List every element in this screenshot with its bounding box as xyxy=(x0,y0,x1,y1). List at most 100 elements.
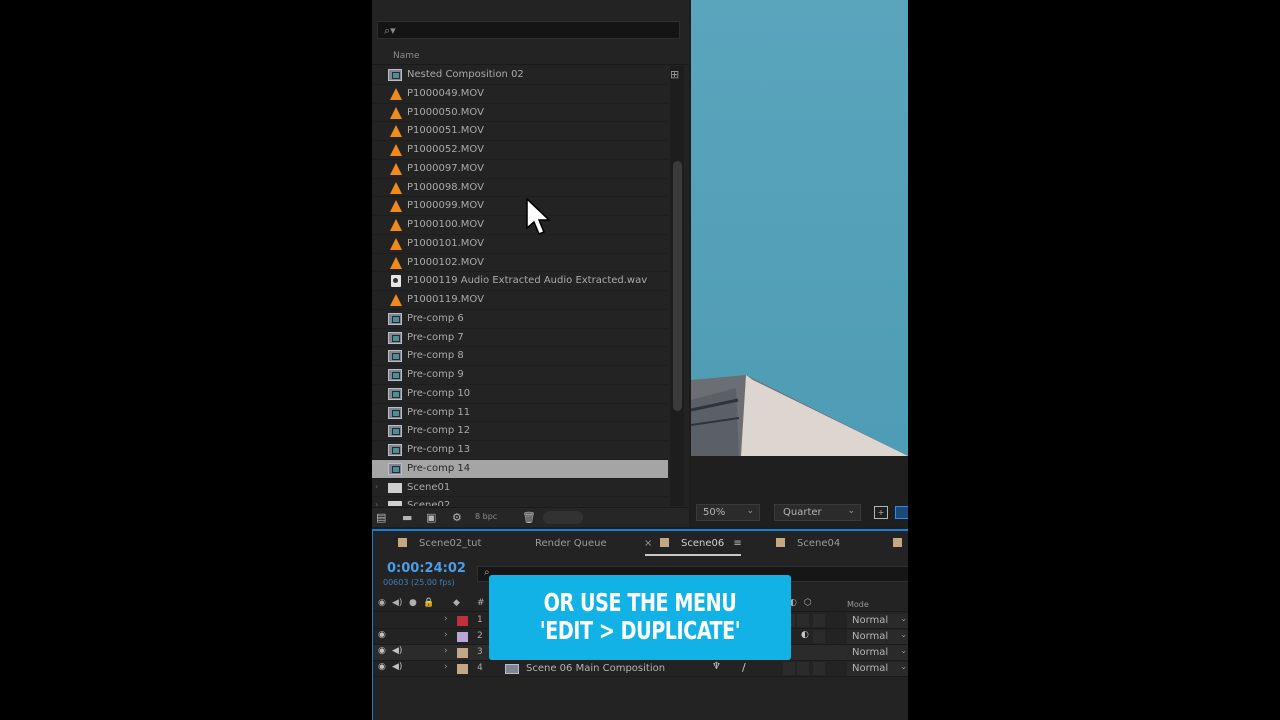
flowchart-icon[interactable]: ⊞ xyxy=(670,68,679,81)
quality-switch-icon[interactable]: / xyxy=(742,661,746,674)
blend-mode-dropdown[interactable]: Normal ⌄ xyxy=(847,662,908,676)
composition-icon xyxy=(388,69,402,81)
viewer-controls: 50% ⌄ Quarter ⌄ + xyxy=(691,456,908,527)
project-bottom-toolbar: ▤ ▬ ▣ ⚙ 8 bpc 🗑 xyxy=(372,507,689,527)
project-item[interactable]: P1000052.MOV xyxy=(372,141,668,160)
composition-icon xyxy=(505,664,519,674)
blend-mode-dropdown[interactable]: Normal ⌄ xyxy=(847,630,908,644)
project-item-label: P1000099.MOV xyxy=(407,200,484,212)
project-item[interactable]: Pre-comp 9 xyxy=(372,366,668,385)
project-item[interactable]: P1000100.MOV xyxy=(372,216,668,235)
project-item[interactable]: P1000049.MOV xyxy=(372,85,668,104)
project-item[interactable]: P1000101.MOV xyxy=(372,235,668,254)
project-item[interactable]: › Scene02 xyxy=(372,497,668,506)
project-item[interactable]: P1000119 Audio Extracted Audio Extracted… xyxy=(372,272,668,291)
label-color-swatch[interactable] xyxy=(457,664,468,674)
vlc-cone-icon xyxy=(390,237,402,250)
switch-box[interactable] xyxy=(783,662,795,675)
twirl-icon[interactable]: › xyxy=(444,614,448,624)
twirl-icon[interactable]: › xyxy=(444,646,448,656)
tab-scene06[interactable]: Scene06 ≡ xyxy=(660,538,742,549)
parent-pickwhip-icon[interactable]: ♆ xyxy=(712,661,721,672)
audio-icon[interactable]: ◀) xyxy=(392,598,402,608)
eye-icon[interactable]: ◉ xyxy=(378,630,386,640)
project-scrollbar[interactable] xyxy=(670,66,684,506)
project-item[interactable]: › Scene01 xyxy=(372,479,668,498)
tab-render-queue[interactable]: Render Queue xyxy=(535,538,607,549)
expand-arrow-icon[interactable]: › xyxy=(375,482,378,491)
eye-icon[interactable]: ◉ xyxy=(378,662,386,672)
name-column-label[interactable]: Name xyxy=(393,51,420,61)
transparency-grid-icon[interactable] xyxy=(895,506,908,519)
twirl-icon[interactable]: › xyxy=(444,662,448,672)
tab-scene04[interactable]: Scene04 xyxy=(776,538,840,549)
switch-box[interactable] xyxy=(813,646,825,659)
label-color-swatch[interactable] xyxy=(457,616,468,626)
blend-mode-dropdown[interactable]: Normal ⌄ xyxy=(847,614,908,628)
adjustment-layer-icon[interactable]: ◐ xyxy=(801,630,809,640)
switch-box[interactable] xyxy=(797,662,809,675)
chevron-down-icon: ⌄ xyxy=(847,506,855,516)
zoom-dropdown[interactable]: 50% ⌄ xyxy=(696,504,760,521)
project-item-label: Scene02 xyxy=(407,500,451,506)
snapshot-icon[interactable]: + xyxy=(874,506,888,519)
switch-box[interactable] xyxy=(797,614,809,627)
project-item[interactable]: P1000050.MOV xyxy=(372,104,668,123)
eye-icon[interactable]: ◉ xyxy=(378,646,386,656)
project-item[interactable]: Pre-comp 10 xyxy=(372,385,668,404)
project-item[interactable]: Pre-comp 13 xyxy=(372,441,668,460)
project-item[interactable]: Pre-comp 8 xyxy=(372,347,668,366)
tab-scene02-tut[interactable]: Scene02_tut xyxy=(398,538,481,549)
switch-box[interactable] xyxy=(813,614,825,627)
label-color-swatch[interactable] xyxy=(457,648,468,658)
trash-icon[interactable]: 🗑 xyxy=(522,511,536,524)
label-color-swatch[interactable] xyxy=(457,632,468,642)
lock-icon[interactable]: 🔒 xyxy=(423,598,434,608)
project-item-label: P1000051.MOV xyxy=(407,125,484,137)
twirl-icon[interactable]: › xyxy=(444,630,448,640)
layer-row[interactable]: ◉ ◀) › 4 Scene 06 Main Composition ♆ / N… xyxy=(373,661,908,677)
project-item[interactable]: Nested Composition 02 xyxy=(372,66,668,85)
switch-box[interactable] xyxy=(813,630,825,643)
eye-icon[interactable]: ◉ xyxy=(378,598,386,608)
new-composition-icon[interactable]: ▣ xyxy=(426,511,436,524)
switch-box[interactable] xyxy=(797,646,809,659)
project-item[interactable]: P1000099.MOV xyxy=(372,197,668,216)
expand-arrow-icon[interactable]: › xyxy=(375,500,378,506)
tab-next[interactable] xyxy=(893,538,908,549)
project-item-label: P1000100.MOV xyxy=(407,219,484,230)
speaker-icon[interactable]: ◀) xyxy=(392,646,402,656)
layer-name[interactable]: Scene 06 Main Composition xyxy=(526,663,665,674)
project-scrollbar-thumb[interactable] xyxy=(673,161,682,411)
thumbnail-slider[interactable] xyxy=(543,511,583,524)
bit-depth-label[interactable]: 8 bpc xyxy=(475,512,497,521)
switch-box[interactable] xyxy=(813,662,825,675)
project-item[interactable]: P1000102.MOV xyxy=(372,254,668,273)
current-timecode[interactable]: 0:00:24:02 xyxy=(387,561,466,576)
project-item-label: P1000049.MOV xyxy=(407,87,484,99)
close-tab-icon[interactable]: × xyxy=(644,538,652,549)
label-icon[interactable]: ◆ xyxy=(453,598,460,608)
new-folder-icon[interactable]: ▬ xyxy=(402,511,412,524)
project-item[interactable]: P1000051.MOV xyxy=(372,122,668,141)
vlc-cone-icon xyxy=(390,106,402,119)
project-item[interactable]: Pre-comp 7 xyxy=(372,329,668,348)
project-item[interactable]: Pre-comp 11 xyxy=(372,404,668,423)
project-search-input[interactable]: ⌕▾ xyxy=(377,21,680,39)
project-item-label: Pre-comp 6 xyxy=(407,312,464,324)
speaker-icon[interactable]: ◀) xyxy=(392,662,402,672)
caption-line-2: 'EDIT > DUPLICATE' xyxy=(539,616,741,645)
project-settings-icon[interactable]: ⚙ xyxy=(452,511,462,524)
project-item[interactable]: Pre-comp 14 xyxy=(372,459,668,479)
resolution-dropdown[interactable]: Quarter ⌄ xyxy=(774,504,861,521)
project-item[interactable]: Pre-comp 6 xyxy=(372,310,668,329)
project-item[interactable]: Pre-comp 12 xyxy=(372,422,668,441)
interpret-footage-icon[interactable]: ▤ xyxy=(376,511,386,524)
project-item[interactable]: P1000097.MOV xyxy=(372,160,668,179)
project-item[interactable]: P1000119.MOV xyxy=(372,291,668,310)
composition-viewer[interactable] xyxy=(691,0,908,456)
project-item[interactable]: P1000098.MOV xyxy=(372,179,668,198)
blend-mode-dropdown[interactable]: Normal ⌄ xyxy=(847,646,908,660)
solo-icon[interactable]: ● xyxy=(409,598,417,608)
project-item-label: P1000102.MOV xyxy=(407,256,484,268)
